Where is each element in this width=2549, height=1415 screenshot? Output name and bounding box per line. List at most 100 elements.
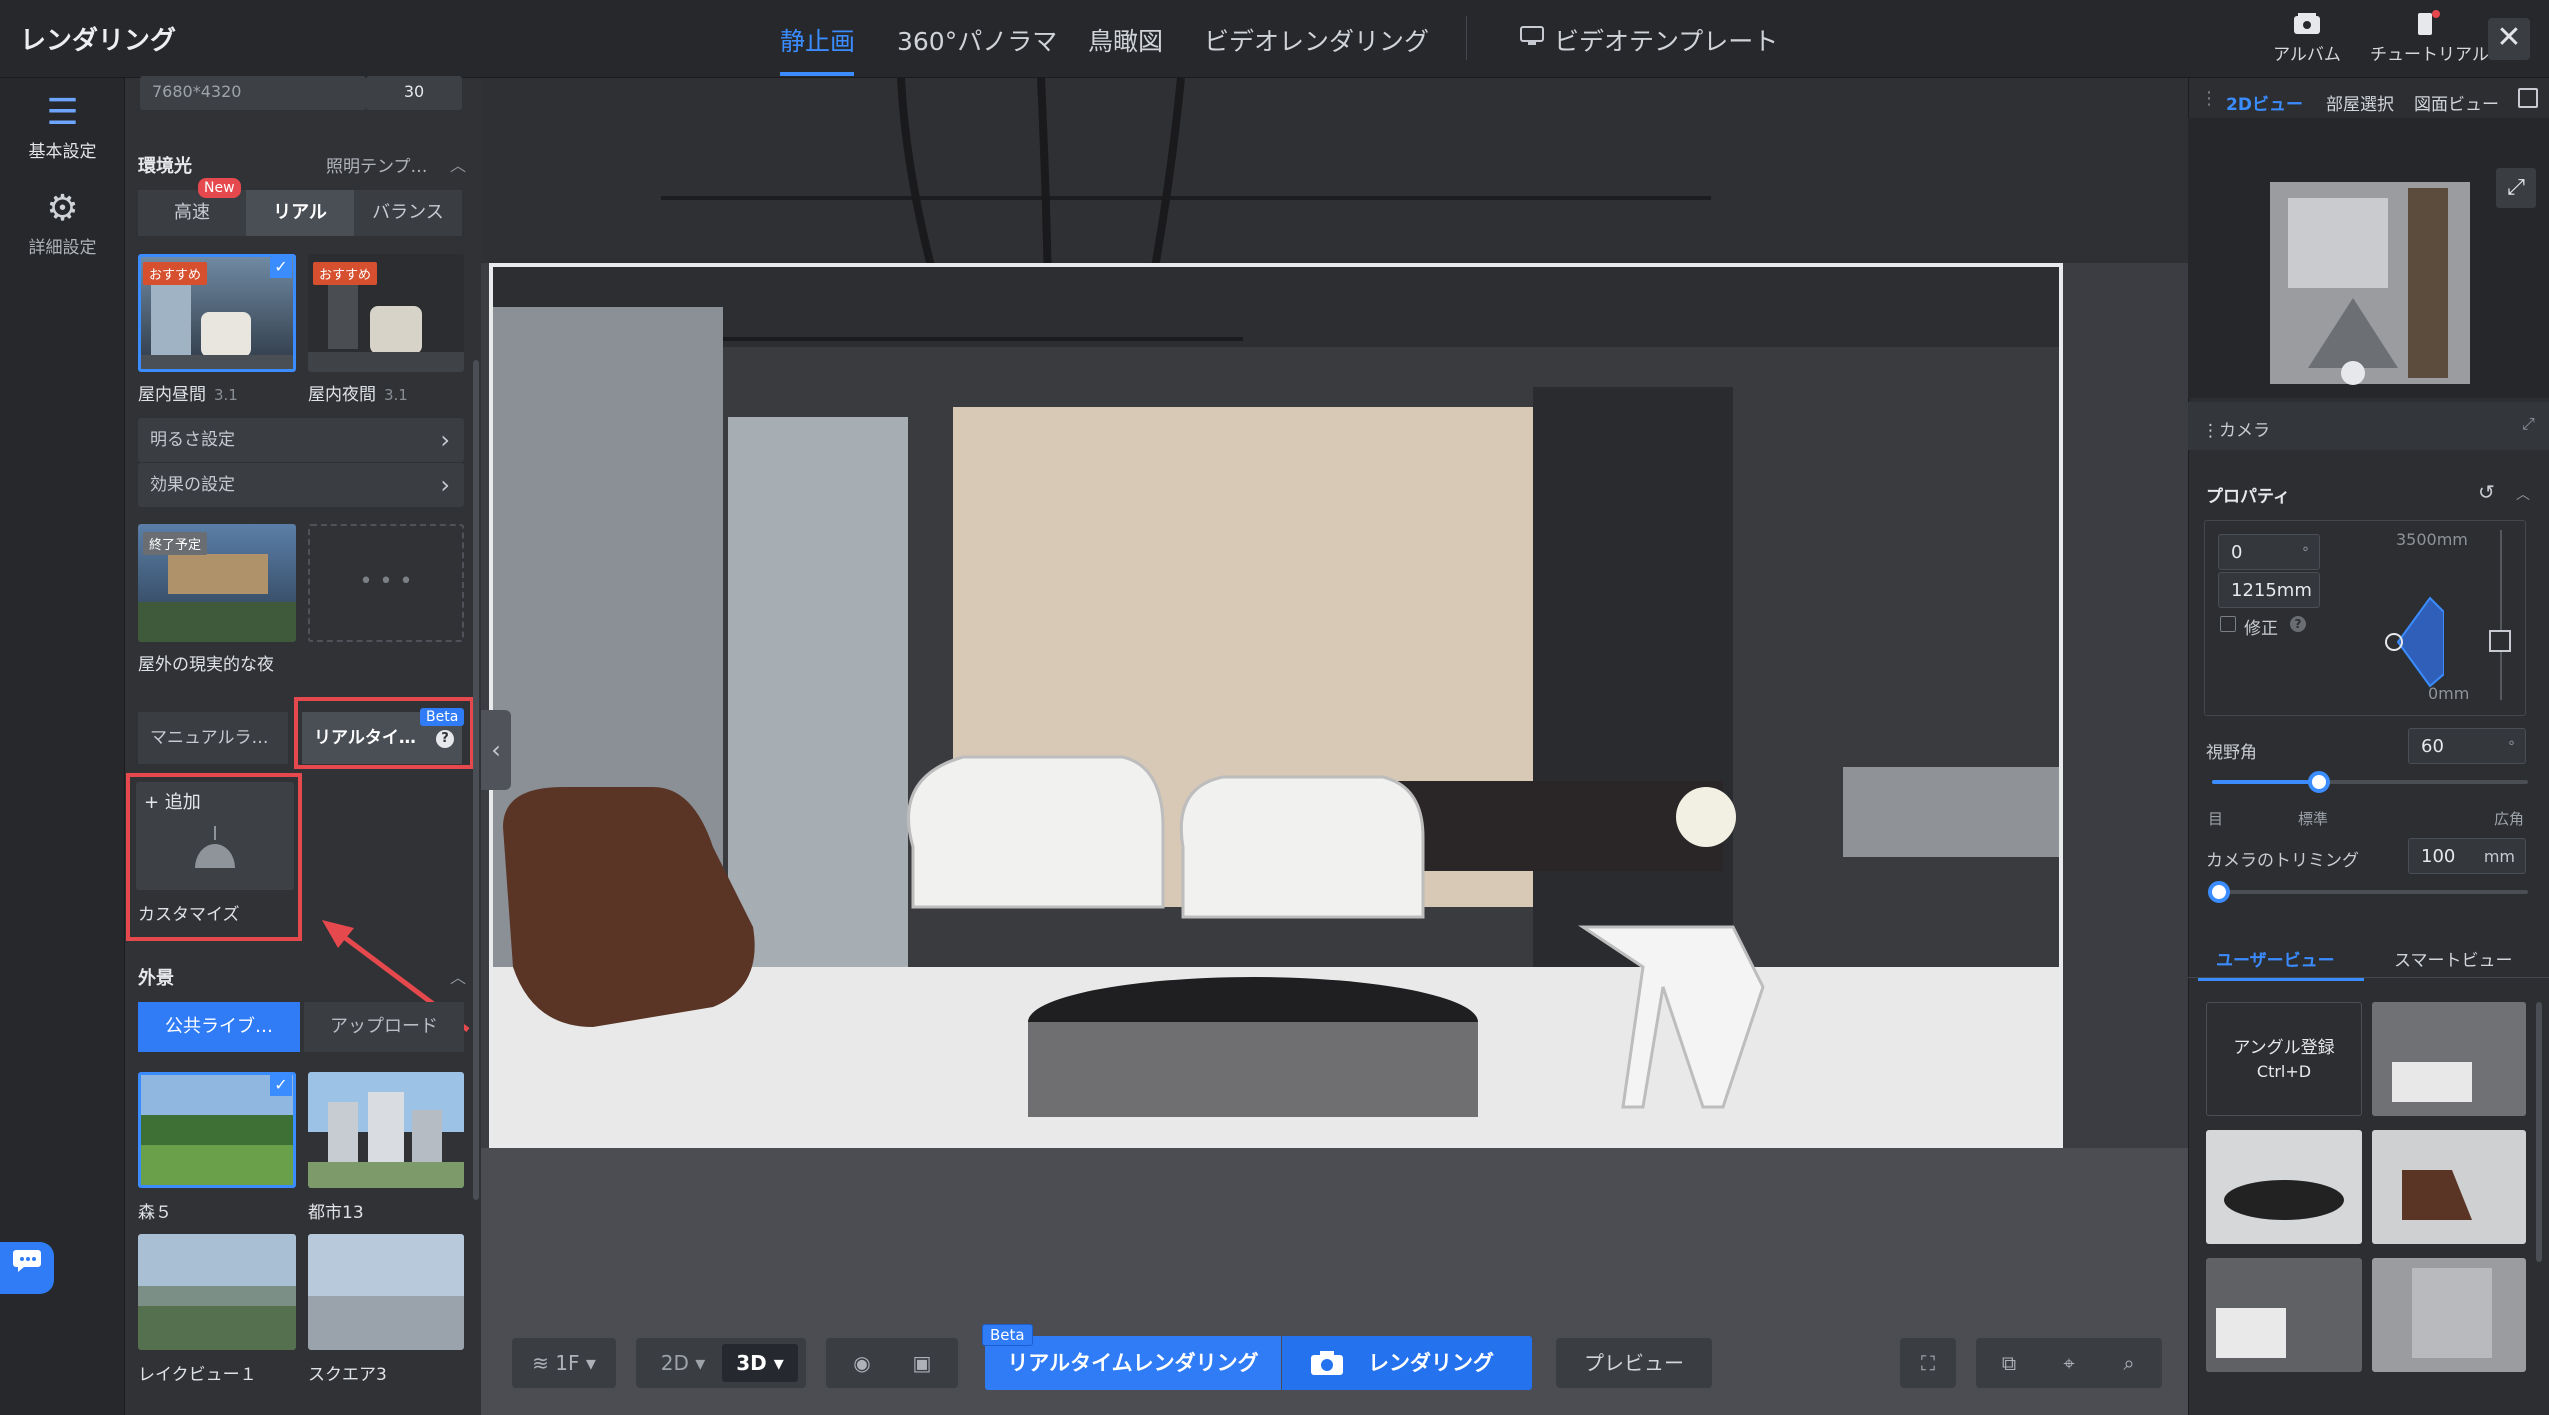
tab-video-template[interactable]: ビデオテンプレート bbox=[1554, 22, 1778, 58]
collapse-panel-handle[interactable]: ‹ bbox=[481, 710, 511, 790]
floor-selector[interactable]: ≋ 1F ▾ bbox=[512, 1338, 616, 1388]
sliders-icon: ☰ bbox=[46, 92, 79, 133]
mode-balance[interactable]: バランス bbox=[354, 190, 462, 236]
scene-city[interactable] bbox=[308, 1072, 464, 1188]
fov-mark-standard: 標準 bbox=[2298, 810, 2329, 828]
tab-2d-view[interactable]: 2Dビュー bbox=[2226, 90, 2303, 115]
monitor-icon bbox=[1520, 26, 1544, 46]
trim-slider-handle[interactable] bbox=[2208, 881, 2230, 903]
effects-settings-row[interactable]: 効果の設定 › bbox=[138, 463, 464, 507]
ending-badge: 終了予定 bbox=[143, 532, 208, 555]
height-track bbox=[2500, 530, 2502, 700]
scene-square-caption: スクエア3 bbox=[308, 1365, 387, 1385]
chevron-right-icon: › bbox=[440, 426, 450, 454]
recommend-badge-2: おすすめ bbox=[313, 262, 378, 285]
add-button[interactable]: + 追加 bbox=[144, 788, 201, 814]
box-icon[interactable]: ▣ bbox=[892, 1338, 952, 1388]
customize-card[interactable]: + 追加 bbox=[136, 782, 294, 890]
rail-advanced-settings[interactable]: ⚙ 詳細設定 bbox=[0, 188, 125, 258]
saved-view-2[interactable] bbox=[2206, 1130, 2362, 1244]
saved-view-1[interactable] bbox=[2372, 1002, 2526, 1116]
resolution-field[interactable]: 7680*4320 bbox=[140, 76, 366, 110]
panel-scrollbar[interactable] bbox=[473, 360, 479, 1200]
saved-view-5[interactable] bbox=[2372, 1258, 2526, 1372]
scene-forest-caption: 森５ bbox=[138, 1203, 172, 1223]
saved-view-4[interactable] bbox=[2206, 1258, 2362, 1372]
tab-360-panorama[interactable]: 360°パノラマ bbox=[897, 22, 1057, 58]
mode-real[interactable]: リアル bbox=[246, 190, 354, 236]
recommend-badge: おすすめ bbox=[143, 262, 208, 285]
chat-button[interactable] bbox=[0, 1242, 54, 1294]
ambient-light-title: 環境光 bbox=[138, 156, 192, 177]
preview-button[interactable]: プレビュー bbox=[1556, 1338, 1712, 1388]
view-2d-toggle[interactable]: 2D ▾ bbox=[648, 1338, 718, 1388]
properties-collapse-icon[interactable]: ︿ bbox=[2516, 484, 2530, 504]
tab-smart-view[interactable]: スマートビュー bbox=[2394, 946, 2513, 971]
fov-slider-fill bbox=[2212, 780, 2320, 784]
tab-room-select[interactable]: 部屋選択 bbox=[2326, 90, 2394, 115]
preset-indoor-night-caption: 屋内夜間 3.1 bbox=[308, 385, 408, 405]
brightness-settings-row[interactable]: 明るさ設定 › bbox=[138, 418, 464, 462]
exterior-collapse-icon[interactable]: ︿ bbox=[450, 964, 466, 988]
tab-plan-view[interactable]: 図面ビュー bbox=[2414, 90, 2499, 115]
album-button[interactable]: アルバム bbox=[2262, 12, 2352, 66]
new-badge: New bbox=[198, 178, 241, 198]
album-icon bbox=[2262, 12, 2352, 40]
rail-advanced-label: 詳細設定 bbox=[28, 238, 97, 258]
close-button[interactable]: ✕ bbox=[2488, 18, 2530, 60]
crop-icon[interactable]: ⧉ bbox=[1979, 1338, 2039, 1388]
zoom-icon[interactable]: ⌕ bbox=[2099, 1338, 2159, 1388]
tab-still-image[interactable]: 静止画 bbox=[780, 22, 855, 58]
fov-field[interactable]: 60 ° bbox=[2408, 728, 2526, 764]
tab-birds-eye[interactable]: 鳥瞰図 bbox=[1088, 22, 1163, 58]
scene-check-icon: ✓ bbox=[270, 1074, 292, 1096]
frame-icon[interactable]: ⛶ bbox=[1900, 1338, 1956, 1388]
saved-view-3[interactable] bbox=[2372, 1130, 2526, 1244]
fov-slider-track[interactable] bbox=[2212, 771, 2528, 793]
camera-expand-icon[interactable]: ⤢ bbox=[2522, 414, 2535, 434]
gear-icon: ⚙ bbox=[46, 188, 79, 229]
drag-handle-icon[interactable]: ⋮ bbox=[2200, 88, 2218, 109]
more-presets-placeholder[interactable]: • • • bbox=[308, 524, 464, 642]
trim-field[interactable]: 100 mm bbox=[2408, 838, 2526, 874]
rail-basic-settings[interactable]: ☰ 基本設定 bbox=[0, 92, 125, 162]
camera-height-field[interactable]: 1215mm bbox=[2218, 572, 2320, 608]
fov-label: 視野角 bbox=[2206, 743, 2257, 763]
register-angle-card[interactable]: アングル登録 Ctrl+D bbox=[2206, 1002, 2362, 1116]
fov-mark-eye: 目 bbox=[2208, 810, 2224, 828]
public-library-tab[interactable]: 公共ライブ… bbox=[138, 1002, 300, 1052]
views-scrollbar[interactable] bbox=[2536, 1002, 2542, 1262]
view-3d-toggle[interactable]: 3D ▾ bbox=[722, 1344, 798, 1382]
collapse-icon[interactable]: ︿ bbox=[450, 152, 466, 176]
camera-angle-field[interactable]: 0 ° bbox=[2218, 534, 2320, 570]
popout-icon[interactable] bbox=[2518, 88, 2538, 108]
lighting-template-link[interactable]: 照明テンプ… bbox=[326, 152, 428, 177]
lamp-icon bbox=[195, 826, 235, 868]
upload-tab[interactable]: アップロード bbox=[304, 1002, 464, 1052]
tab-video-rendering[interactable]: ビデオレンダリング bbox=[1204, 22, 1429, 58]
fix-checkbox[interactable] bbox=[2220, 616, 2236, 632]
reset-icon[interactable]: ↺ bbox=[2478, 480, 2495, 504]
help-icon[interactable]: ? bbox=[436, 730, 454, 748]
tab-user-view[interactable]: ユーザービュー bbox=[2216, 946, 2335, 971]
active-tab-indicator bbox=[780, 72, 854, 76]
fov-mark-wide: 広角 bbox=[2494, 810, 2525, 828]
eye-icon[interactable]: ◉ bbox=[832, 1338, 892, 1388]
chevron-right-icon: › bbox=[440, 471, 450, 499]
selected-check-icon: ✓ bbox=[270, 256, 292, 278]
manual-light-tab[interactable]: マニュアルラ… bbox=[138, 712, 288, 764]
height-handle[interactable] bbox=[2489, 630, 2511, 652]
camera-title: ⋮カメラ bbox=[2202, 421, 2270, 441]
scene-lakeview[interactable] bbox=[138, 1234, 296, 1350]
resolution-value[interactable]: 30 bbox=[366, 76, 462, 110]
expand-map-icon[interactable]: ⤢ bbox=[2496, 168, 2536, 208]
trim-slider-track[interactable] bbox=[2208, 881, 2528, 903]
tutorial-button[interactable]: チュートリアル bbox=[2370, 10, 2489, 66]
fix-help-icon[interactable]: ? bbox=[2290, 616, 2306, 632]
camera-frustum-icon[interactable] bbox=[2384, 594, 2444, 690]
minimap[interactable] bbox=[2188, 118, 2549, 398]
scene-lakeview-caption: レイクビュー１ bbox=[138, 1365, 257, 1385]
scene-city-caption: 都市13 bbox=[308, 1203, 364, 1223]
focus-icon[interactable]: ⌖ bbox=[2039, 1338, 2099, 1388]
scene-square[interactable] bbox=[308, 1234, 464, 1350]
